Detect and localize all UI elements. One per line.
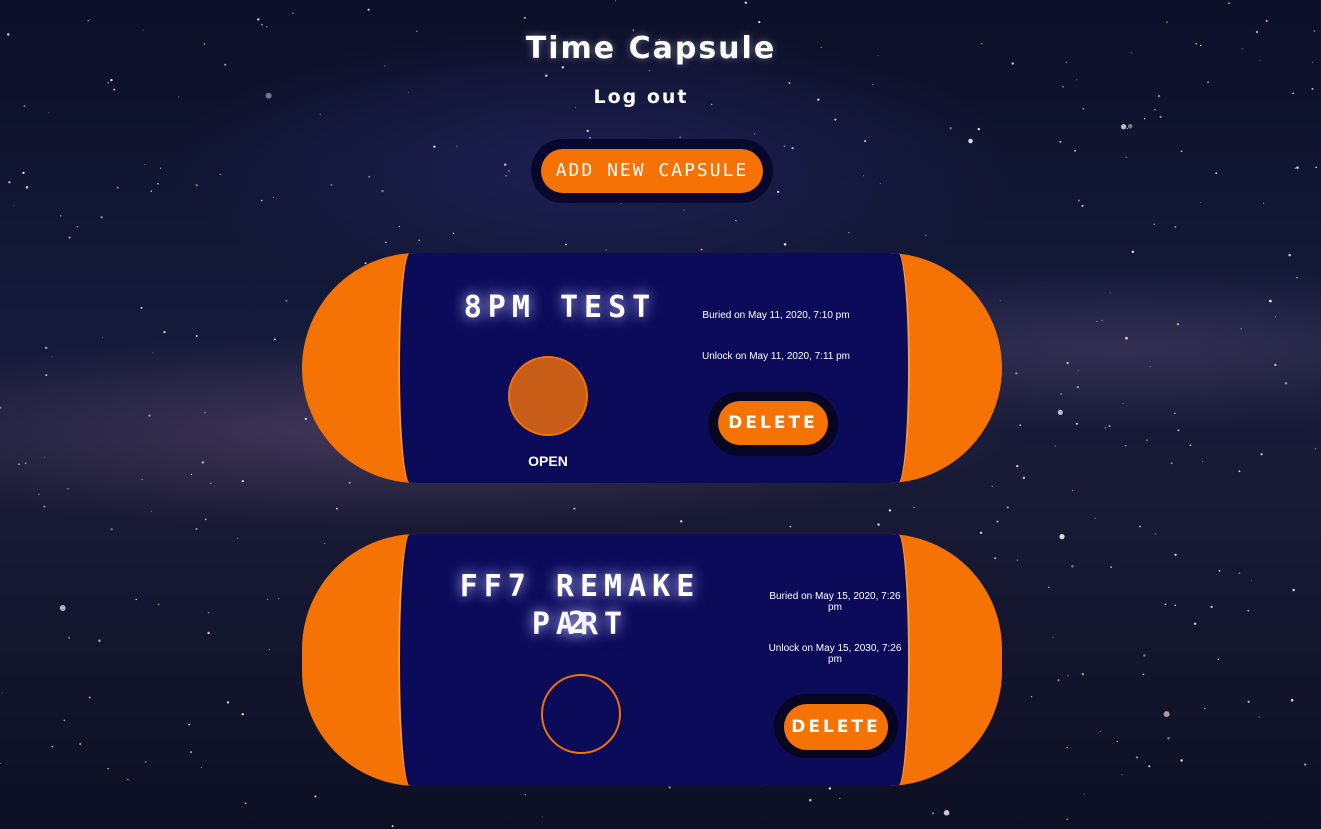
capsule-body: [398, 253, 910, 483]
logout-link[interactable]: Log out: [0, 86, 1282, 108]
delete-button[interactable]: DELETE: [784, 704, 888, 750]
capsule-title: 8PM TEST: [463, 290, 657, 325]
delete-button[interactable]: DELETE: [718, 401, 828, 445]
buried-date-line1: Buried on May 15, 2020, 7:26: [769, 591, 901, 602]
page: Time Capsule Log out ADD NEW CAPSULE 8PM…: [0, 0, 1321, 829]
add-capsule-button[interactable]: ADD NEW CAPSULE: [541, 149, 763, 193]
buried-date: Buried on May 11, 2020, 7:10 pm: [702, 310, 850, 321]
open-orb-button[interactable]: [508, 356, 588, 436]
capsule-card: FF7 REMAKE PART 2 Buried on May 15, 2020…: [302, 534, 1002, 786]
capsule-card: 8PM TEST Buried on May 11, 2020, 7:10 pm…: [302, 253, 1002, 483]
page-title: Time Capsule: [525, 31, 777, 66]
unlock-date-line1: Unlock on May 15, 2030, 7:26: [768, 643, 902, 654]
capsule-title-line2: 2: [567, 606, 593, 641]
buried-date-line2: pm: [828, 602, 842, 613]
locked-orb: [541, 674, 621, 754]
unlock-date-line2: pm: [828, 654, 842, 665]
open-label[interactable]: OPEN: [508, 453, 588, 469]
unlock-date: Unlock on May 11, 2020, 7:11 pm: [701, 351, 851, 362]
